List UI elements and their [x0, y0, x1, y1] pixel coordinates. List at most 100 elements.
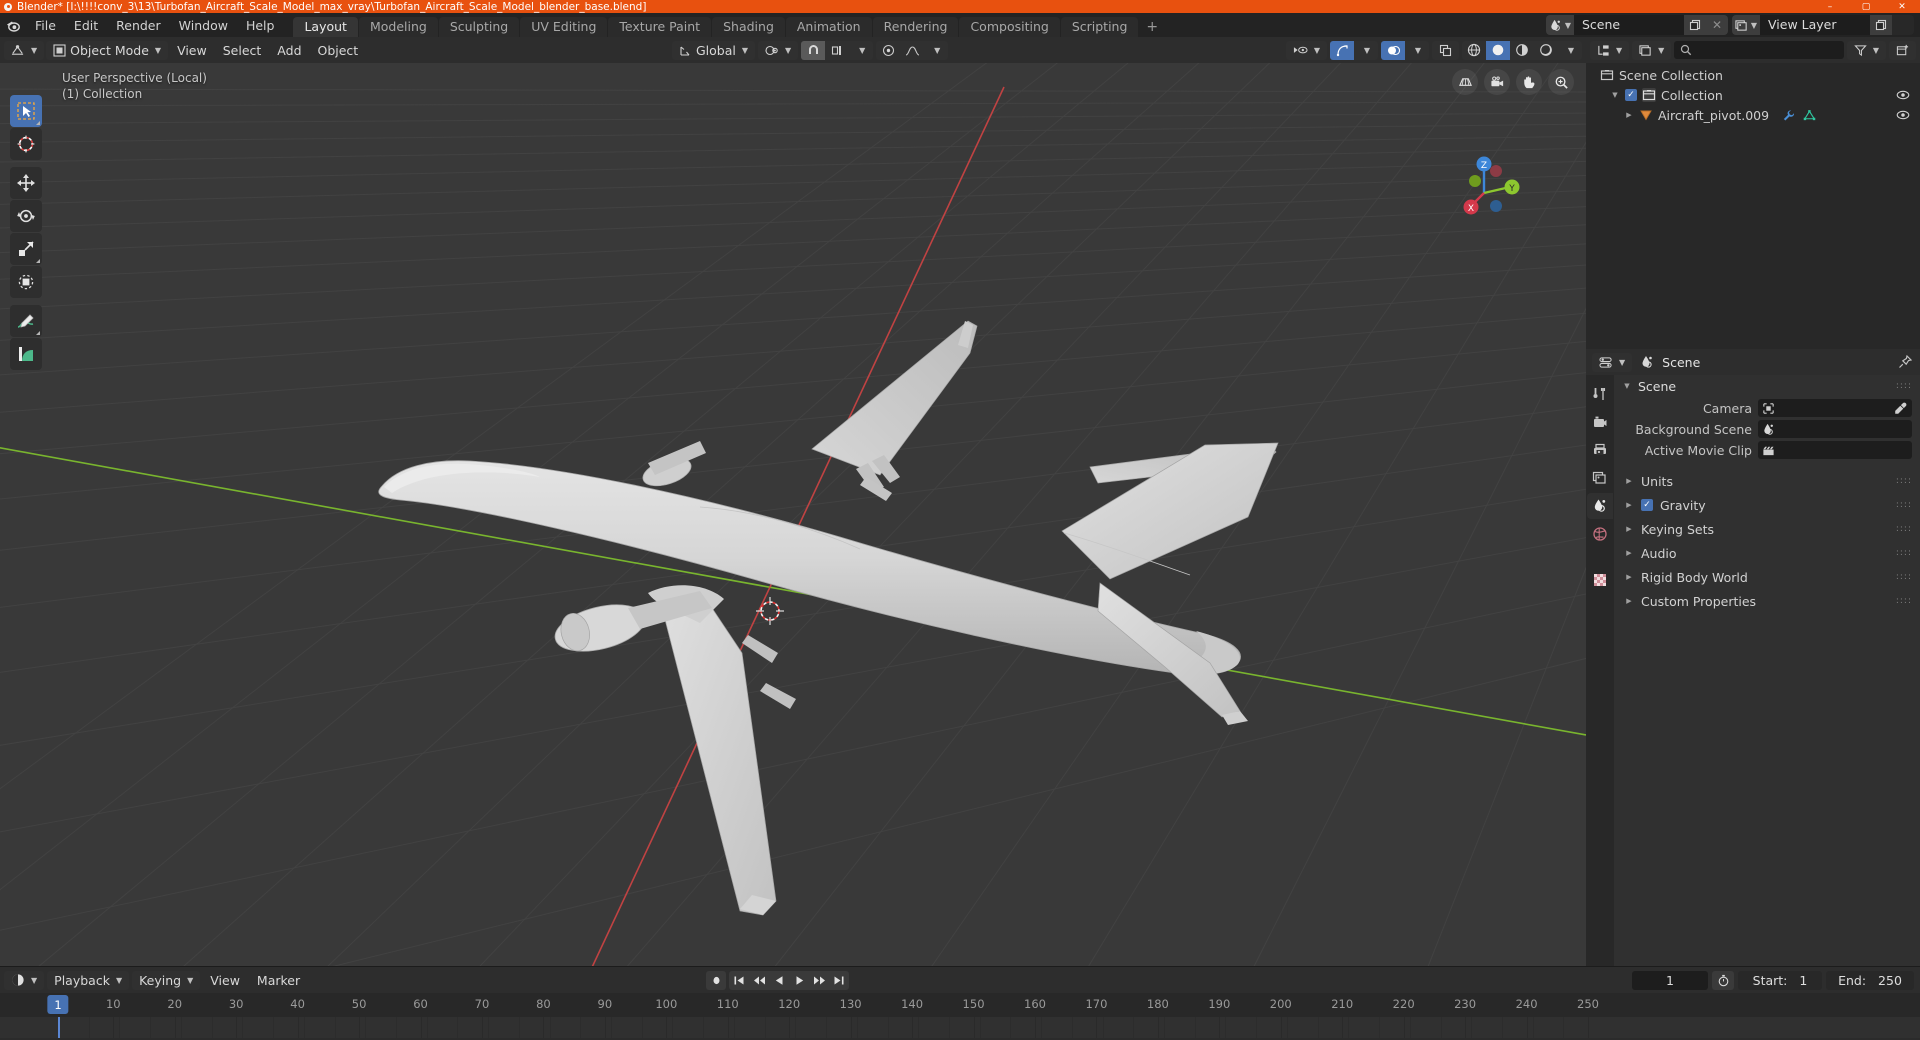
- properties-tab-render[interactable]: [1587, 409, 1613, 435]
- autokey-icon[interactable]: [1712, 970, 1734, 990]
- properties-editor-type-selector[interactable]: ▼: [1592, 352, 1633, 372]
- camera-field[interactable]: [1758, 399, 1912, 417]
- annotate-tool[interactable]: [10, 305, 42, 337]
- move-tool[interactable]: [10, 167, 42, 199]
- proportional-editing-icon[interactable]: [876, 41, 900, 60]
- play-button[interactable]: [789, 970, 809, 990]
- blender-app-icon[interactable]: [0, 17, 26, 33]
- section-units[interactable]: ▶ Units ::::: [1614, 469, 1920, 493]
- modifier-wrench-icon[interactable]: [1782, 109, 1795, 122]
- timeline-menu-playback[interactable]: Playback ▼: [47, 970, 130, 990]
- view-layer-name-field[interactable]: View Layer: [1760, 15, 1870, 35]
- current-frame-field[interactable]: 1: [1632, 970, 1708, 990]
- scene-panel-header[interactable]: ▼ Scene ::::: [1614, 375, 1920, 397]
- workspace-tab-compositing[interactable]: Compositing: [959, 17, 1060, 37]
- editor-type-selector[interactable]: ▼: [4, 40, 45, 60]
- tool-expand-corner[interactable]: [36, 259, 40, 263]
- chevron-right-icon[interactable]: ▶: [1624, 111, 1634, 119]
- active-movie-clip-field[interactable]: [1758, 441, 1912, 459]
- previous-keyframe-button[interactable]: [749, 970, 769, 990]
- chevron-right-icon[interactable]: ▶: [1624, 477, 1634, 485]
- chevron-right-icon[interactable]: ▶: [1624, 525, 1634, 533]
- play-reverse-button[interactable]: [769, 970, 789, 990]
- magnet-icon[interactable]: [801, 40, 826, 60]
- outliner-editor-type-selector[interactable]: ▼: [1590, 40, 1630, 60]
- section-keying-sets[interactable]: ▶ Keying Sets ::::: [1614, 517, 1920, 541]
- visibility-eye-icon[interactable]: [1896, 89, 1910, 101]
- snap-target-selector[interactable]: [825, 41, 849, 60]
- scene-icon[interactable]: ▼: [1546, 15, 1574, 35]
- viewport-menu-view[interactable]: View: [170, 41, 214, 60]
- timeline-editor-type-selector[interactable]: ▼: [4, 970, 45, 990]
- outliner-row-aircraft-pivot[interactable]: ▶ Aircraft_pivot.009: [1586, 105, 1920, 125]
- transform-orientation-selector[interactable]: Global ▼: [672, 40, 756, 60]
- viewport-menu-add[interactable]: Add: [270, 41, 308, 60]
- menu-edit[interactable]: Edit: [65, 16, 107, 35]
- start-frame-field[interactable]: Start: 1: [1738, 970, 1822, 990]
- workspace-tab-uv-editing[interactable]: UV Editing: [520, 17, 608, 37]
- properties-tab-scene[interactable]: [1587, 493, 1613, 519]
- select-box-tool[interactable]: [10, 95, 42, 127]
- viewport-canvas[interactable]: User Perspective (Local) (1) Collection: [0, 63, 1586, 966]
- outliner-filter-button[interactable]: ▼: [1846, 40, 1886, 60]
- timeline-menu-keying[interactable]: Keying ▼: [132, 970, 201, 990]
- workspace-tab-modeling[interactable]: Modeling: [358, 17, 438, 37]
- zoom-view-icon[interactable]: [1548, 69, 1574, 95]
- scale-tool[interactable]: [10, 233, 42, 265]
- shading-wireframe-button[interactable]: [1462, 41, 1486, 60]
- close-button[interactable]: ✕: [1884, 0, 1920, 13]
- xray-toggle-button[interactable]: [1432, 40, 1459, 60]
- object-visibility-button[interactable]: ▼: [1285, 40, 1327, 60]
- menu-help[interactable]: Help: [237, 16, 284, 35]
- section-gravity[interactable]: ▶ ✓ Gravity ::::: [1614, 493, 1920, 517]
- pan-view-icon[interactable]: [1516, 69, 1542, 95]
- outliner-row-collection[interactable]: ▼ ✓ Collection: [1586, 85, 1920, 105]
- menu-file[interactable]: File: [26, 16, 65, 35]
- tool-expand-corner[interactable]: [36, 331, 40, 335]
- section-audio[interactable]: ▶ Audio ::::: [1614, 541, 1920, 565]
- properties-tab-tool[interactable]: [1587, 381, 1613, 407]
- chevron-down-icon[interactable]: ▼: [849, 41, 873, 60]
- chevron-right-icon[interactable]: ▶: [1624, 549, 1634, 557]
- maximize-button[interactable]: ▢: [1848, 0, 1884, 13]
- minimize-button[interactable]: –: [1812, 0, 1848, 13]
- rotate-tool[interactable]: [10, 200, 42, 232]
- outliner-search-input[interactable]: [1674, 41, 1844, 59]
- jump-to-end-button[interactable]: [829, 970, 849, 990]
- smooth-falloff-icon[interactable]: [900, 41, 924, 60]
- chevron-down-icon[interactable]: ▼: [1405, 41, 1429, 60]
- shading-solid-button[interactable]: [1486, 40, 1510, 60]
- end-frame-field[interactable]: End: 250: [1826, 970, 1914, 990]
- chevron-down-icon[interactable]: ▼: [924, 41, 948, 60]
- transform-tool[interactable]: [10, 266, 42, 298]
- measure-tool[interactable]: [10, 338, 42, 370]
- chevron-down-icon[interactable]: ▼: [1354, 41, 1378, 60]
- visibility-eye-icon[interactable]: [1896, 109, 1910, 121]
- timeline-ruler[interactable]: 10 20 30 40 50 60 70 80 90 100 110 120 130 140 150 160 1…: [0, 993, 1920, 1017]
- overlays-icon[interactable]: [1381, 40, 1405, 60]
- properties-tab-texture[interactable]: [1587, 567, 1613, 593]
- collection-checkbox[interactable]: ✓: [1625, 89, 1637, 101]
- chevron-right-icon[interactable]: ▶: [1624, 597, 1634, 605]
- chevron-down-icon[interactable]: ▼: [1610, 91, 1620, 99]
- workspace-tab-layout[interactable]: Layout: [293, 17, 358, 37]
- shading-rendered-button[interactable]: [1534, 41, 1558, 60]
- gravity-checkbox[interactable]: ✓: [1641, 499, 1653, 511]
- unlink-scene-button[interactable]: ✕: [1706, 15, 1728, 35]
- workspace-tab-shading[interactable]: Shading: [712, 17, 785, 37]
- section-rigid-body-world[interactable]: ▶ Rigid Body World ::::: [1614, 565, 1920, 589]
- viewport-menu-select[interactable]: Select: [216, 41, 269, 60]
- view-layer-selector[interactable]: ▼ View Layer ⧉: [1732, 15, 1914, 35]
- chevron-down-icon[interactable]: ▼: [1622, 382, 1632, 390]
- gizmo-icon[interactable]: [1330, 40, 1354, 60]
- outliner-display-mode-selector[interactable]: ▼: [1632, 40, 1672, 60]
- record-button[interactable]: [706, 970, 726, 990]
- viewport-menu-object[interactable]: Object: [311, 41, 366, 60]
- menu-render[interactable]: Render: [107, 16, 170, 35]
- timeline-body[interactable]: [0, 1017, 1920, 1039]
- scene-name-field[interactable]: Scene: [1574, 15, 1684, 35]
- chevron-down-icon[interactable]: ▼: [1558, 41, 1582, 60]
- new-view-layer-button[interactable]: [1870, 15, 1892, 35]
- timeline-menu-marker[interactable]: Marker: [250, 971, 307, 990]
- jump-to-start-button[interactable]: [729, 970, 749, 990]
